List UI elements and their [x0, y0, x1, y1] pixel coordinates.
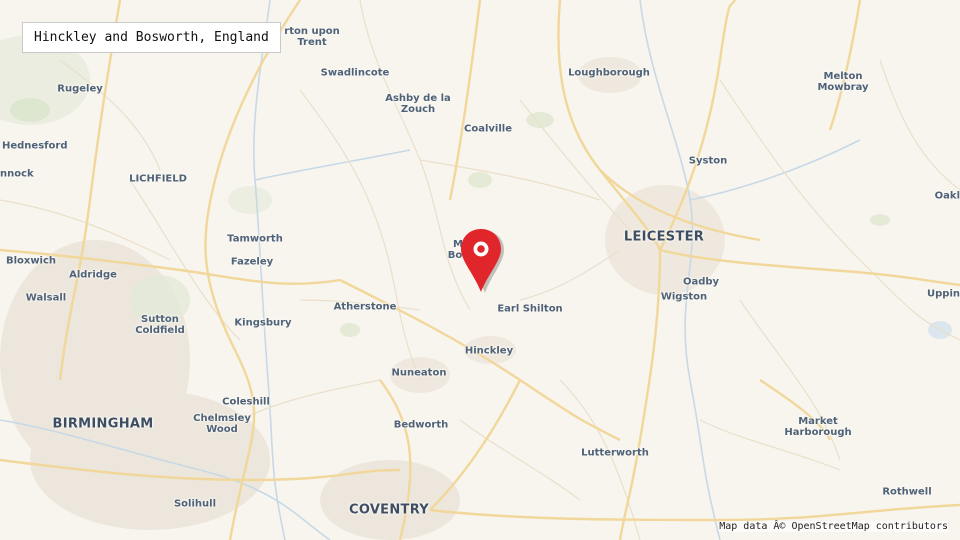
place-label-leicester: LEICESTER — [623, 229, 705, 245]
place-label-chelmsley-wood: Chelmsley Wood — [193, 413, 251, 435]
place-label-kingsbury: Kingsbury — [234, 317, 292, 329]
place-label-earl-shilton: Earl Shilton — [497, 303, 563, 315]
place-label-sutton-coldfield: Sutton Coldfield — [135, 314, 185, 336]
place-label-lutterworth: Lutterworth — [581, 447, 649, 459]
place-label-uppingham: Uppin — [927, 288, 960, 300]
map-canvas[interactable]: rton upon Trent Swadlincote Loughborough… — [0, 0, 960, 540]
place-label-bloxwich: Bloxwich — [5, 255, 57, 267]
place-label-birmingham: BIRMINGHAM — [52, 416, 154, 432]
place-label-market-harborough: Market Harborough — [784, 416, 852, 438]
place-label-swadlincote: Swadlincote — [320, 67, 390, 79]
place-label-rothwell: Rothwell — [882, 486, 932, 498]
place-label-ashby-de-la-zouch: Ashby de la Zouch — [385, 93, 451, 115]
place-label-burton-upon-trent: rton upon Trent — [284, 26, 340, 48]
place-label-walsall: Walsall — [25, 292, 67, 304]
place-label-nuneaton: Nuneaton — [391, 367, 447, 379]
map-pin-icon[interactable] — [458, 228, 508, 294]
place-label-fazeley: Fazeley — [230, 256, 274, 268]
place-label-syston: Syston — [688, 155, 728, 167]
place-label-loughborough: Loughborough — [568, 67, 650, 79]
place-label-coventry: COVENTRY — [348, 502, 430, 518]
place-label-rugeley: Rugeley — [57, 83, 103, 95]
place-label-solihull: Solihull — [173, 498, 217, 510]
location-title: Hinckley and Bosworth, England — [22, 22, 281, 53]
place-label-aldridge: Aldridge — [69, 269, 117, 281]
place-label-oadby: Oadby — [682, 276, 720, 288]
place-label-lichfield: LICHFIELD — [129, 173, 187, 185]
place-label-tamworth: Tamworth — [227, 233, 283, 245]
place-label-hednesford: Hednesford — [2, 140, 68, 152]
place-label-wigston: Wigston — [660, 291, 708, 303]
place-label-atherstone: Atherstone — [333, 301, 397, 313]
place-label-cannock: nnock — [0, 168, 34, 180]
place-label-hinckley: Hinckley — [464, 345, 514, 357]
place-label-coleshill: Coleshill — [222, 396, 270, 408]
place-label-bedworth: Bedworth — [393, 419, 449, 431]
map-attribution: Map data Â© OpenStreetMap contributors — [719, 521, 948, 532]
place-label-coalville: Coalville — [464, 123, 512, 135]
place-label-melton-mowbray: Melton Mowbray — [817, 71, 869, 93]
place-label-oakham: Oakl — [934, 190, 960, 202]
